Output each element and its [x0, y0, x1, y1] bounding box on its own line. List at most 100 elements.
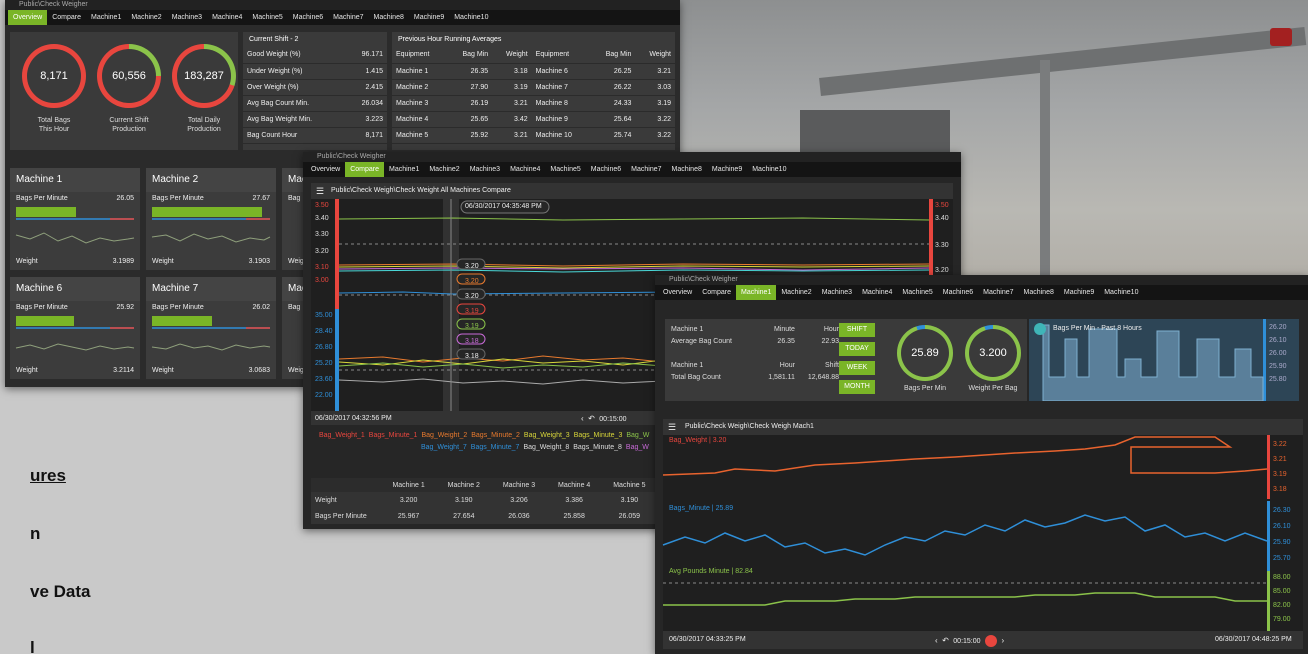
series-label-avg-pounds: Avg Pounds Minute | 82.84 — [669, 568, 753, 575]
legend-item[interactable]: Bag_W — [626, 432, 649, 439]
tab-machine10[interactable]: Machine10 — [449, 10, 493, 25]
legend-item[interactable]: Bag_W — [626, 444, 649, 451]
table-row: Weight 3.200 3.190 3.206 3.386 3.190 — [315, 496, 639, 504]
window-duration: 00:15:00 — [953, 638, 981, 646]
gauge-value: 8,171 — [27, 49, 81, 103]
conveyor-leg — [1040, 60, 1050, 290]
red-button — [1270, 28, 1292, 46]
window-duration: 00:15:00 — [599, 416, 627, 423]
tab-compare[interactable]: Compare — [47, 10, 86, 25]
legend-item[interactable]: Bag_Weight_1 — [319, 432, 365, 439]
legend-item[interactable]: Bag_Weight_2 — [421, 432, 467, 439]
table-header: Equipment Bag Min Weight Equipment Bag Min We… — [392, 47, 675, 64]
legend-item[interactable]: Bags_Minute_1 — [369, 432, 418, 439]
series-label-bag-weight: Bag_Weight | 3.20 — [669, 437, 727, 444]
prev-icon[interactable]: ‹ — [935, 636, 938, 645]
tab-machine9[interactable]: Machine9 — [409, 10, 449, 25]
chart-nav: ‹ ↶ 00:15:00 — [581, 414, 627, 423]
gauge-value: 60,556 — [102, 49, 156, 103]
table-row: Avg Bag Count Min. 26.034 — [243, 95, 387, 112]
bpm-row: Bags Per Minute 27.67 — [152, 195, 270, 202]
weight-row: Weight 3.0683 — [152, 367, 270, 374]
right-axis-weight: 3.50 3.40 3.30 3.20 — [935, 202, 949, 274]
machine-card[interactable]: Machine 6 Bags Per Minute 25.92 Weight 3.2… — [10, 277, 140, 379]
table-row: Machine 3 26.19 3.21 Machine 8 24.33 3.19 — [392, 95, 675, 112]
cursor-time-label: 06/30/2017 04:35:48 PM — [465, 203, 542, 210]
tab-machine7[interactable]: Machine7 — [328, 10, 368, 25]
gauge-value: 183,287 — [177, 49, 231, 103]
series-label-bags-minute: Bags_Minute | 25.89 — [669, 505, 734, 512]
chart-nav: ‹ ↶ 00:15:00 › — [935, 635, 1004, 647]
tab-machine4[interactable]: Machine4 — [207, 10, 247, 25]
legend-item[interactable]: Bag_Weight_3 — [524, 432, 570, 439]
previous-hour-table: Equipment Bag Min Weight Equipment Bag Min We… — [392, 47, 675, 144]
left-axis-weight: 3.50 3.40 3.30 3.20 3.10 3.00 — [315, 202, 329, 284]
bpm-row: Bags Per Minute 26.05 — [16, 195, 134, 202]
right-axis-bags: 26.30 26.10 25.90 25.70 — [1273, 507, 1291, 562]
table-row: Machine 4 25.65 3.42 Machine 9 25.64 3.22 — [392, 111, 675, 128]
reset-icon[interactable]: ↶ — [588, 414, 595, 423]
slide-text-1: ures — [30, 466, 66, 485]
table-row: Machine 1 26.35 3.18 Machine 6 26.25 3.21 — [392, 63, 675, 80]
machine-card-title: Machine 2 — [146, 168, 276, 192]
right-axis-weight: 3.22 3.21 3.19 3.18 — [1273, 441, 1287, 493]
tab-machine2[interactable]: Machine2 — [126, 10, 166, 25]
current-shift-panel: Current Shift - 2 Good Weight (%) 96.171 … — [243, 32, 387, 150]
gauge-caption: Current Shift Production — [109, 117, 149, 133]
tab-bar: Overview Compare Machine1 Machine2 Machi… — [5, 10, 680, 25]
chart-start-time: 06/30/2017 04:33:25 PM — [669, 636, 746, 643]
compare-table: Machine 1 Machine 2 Machine 3 Machine 4 Mach… — [311, 478, 657, 524]
table-row: Good Weight (%) 96.171 — [243, 47, 387, 64]
legend-item[interactable]: Bags_Minute_7 — [471, 444, 520, 451]
chart-end-time: 06/30/2017 04:48:25 PM — [1215, 636, 1292, 643]
table-row: Machine 2 27.90 3.19 Machine 7 26.22 3.03 — [392, 79, 675, 96]
legend-item[interactable]: Bags_Minute_2 — [471, 432, 520, 439]
reset-icon[interactable]: ↶ — [942, 636, 949, 645]
weight-row: Weight 3.1903 — [152, 258, 270, 265]
tab-machine6[interactable]: Machine6 — [288, 10, 328, 25]
table-row: Avg Bag Weight Min. 3.223 — [243, 111, 387, 128]
chart-start-time: 06/30/2017 04:32:56 PM — [315, 415, 392, 422]
legend-item[interactable]: Bag_Weight_7 — [421, 444, 467, 451]
tab-machine8[interactable]: Machine8 — [369, 10, 409, 25]
bpm-row: Bags Per Minute 25.92 — [16, 304, 134, 311]
gauge-bags-this-hour: 8,171 — [22, 44, 86, 108]
legend-item[interactable]: Bags_Minute_8 — [573, 444, 622, 451]
production-gauges-panel: 8,171 Total Bags This Hour 60,556 Current… — [10, 32, 238, 150]
tab-machine3[interactable]: Machine3 — [167, 10, 207, 25]
machine-card-title: Machine 7 — [146, 277, 276, 301]
gauge-total-daily: 183,287 — [172, 44, 236, 108]
gauge-current-shift: 60,556 — [97, 44, 161, 108]
tab-machine5[interactable]: Machine5 — [247, 10, 287, 25]
conveyor-frame — [819, 27, 1307, 96]
next-icon[interactable]: › — [1001, 636, 1004, 645]
table-row: Machine 5 25.92 3.21 Machine 10 25.74 3.22 — [392, 127, 675, 144]
machine-sparkline — [15, 207, 135, 244]
slide-text-4: l — [30, 638, 35, 654]
table-row: Bag Count Hour 8,171 — [243, 127, 387, 144]
right-axis-pounds: 88.00 85.00 82.00 79.00 — [1273, 574, 1291, 623]
previous-hour-panel: Previous Hour Running Averages Equipment… — [392, 32, 675, 150]
series-legend-row2: Bag_Weight_7 Bags_Minute_7 Bag_Weight_8 Bag… — [421, 444, 653, 451]
previous-hour-title: Previous Hour Running Averages — [398, 36, 502, 43]
machine-card[interactable]: Machine 7 Bags Per Minute 26.02 Weight 3.0… — [146, 277, 276, 379]
machine-card[interactable]: Machine 1 Bags Per Minute 26.05 Weight 3.1… — [10, 168, 140, 270]
window-title: Public\Check Weigher — [5, 0, 680, 10]
table-row: Bags Per Minute 25.967 27.654 26.036 25.858 2… — [315, 512, 641, 520]
tab-machine1[interactable]: Machine1 — [86, 10, 126, 25]
table-row: Under Weight (%) 1.415 — [243, 63, 387, 80]
machine1-window: Public\Check Weigher Overview Compare Ma… — [655, 275, 1308, 654]
machine1-chart[interactable] — [655, 275, 1308, 654]
legend-item[interactable]: Bag_Weight_8 — [523, 444, 569, 451]
machine-card-title: Machine 1 — [10, 168, 140, 192]
stop-icon[interactable] — [984, 635, 997, 647]
legend-item[interactable]: Bags_Minute_3 — [574, 432, 623, 439]
cursor-values: 3.20 3.20 3.20 3.19 3.19 3.18 3.18 — [465, 263, 479, 360]
table-row: Over Weight (%) 2.415 — [243, 79, 387, 96]
prev-icon[interactable]: ‹ — [581, 414, 584, 423]
weight-row: Weight 3.1989 — [16, 258, 134, 265]
tab-overview[interactable]: Overview — [8, 10, 48, 25]
machine-sparkline — [15, 316, 135, 351]
machine-card[interactable]: Machine 2 Bags Per Minute 27.67 Weight 3.1… — [146, 168, 276, 270]
slide-text-2: n — [30, 524, 41, 543]
